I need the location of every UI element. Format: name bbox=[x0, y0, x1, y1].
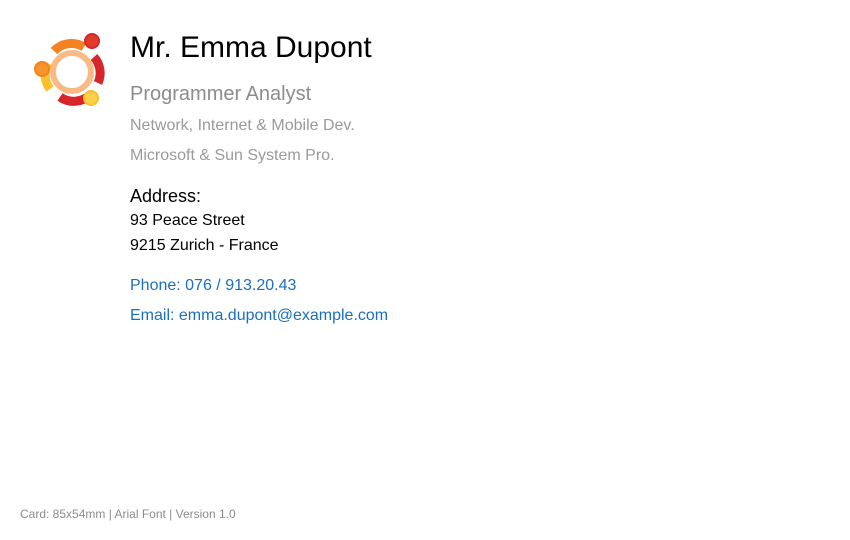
skill-line-2: Microsoft & Sun System Pro. bbox=[130, 147, 335, 164]
ubuntu-logo-icon bbox=[32, 33, 108, 109]
address-city: 9215 Zurich - France bbox=[130, 237, 279, 254]
business-card: Mr. Emma Dupont Programmer Analyst Netwo… bbox=[0, 0, 850, 540]
card-details: Mr. Emma Dupont Programmer Analyst Netwo… bbox=[130, 30, 388, 326]
phone-link[interactable]: Phone: 076 / 913.20.43 bbox=[130, 276, 388, 296]
address-heading: Address: bbox=[130, 186, 202, 206]
address-street: 93 Peace Street bbox=[130, 212, 245, 229]
email-link[interactable]: Email: emma.dupont@example.com bbox=[130, 306, 388, 326]
job-title: Programmer Analyst bbox=[130, 83, 312, 105]
card-footer-info: Card: 85x54mm | Arial Font | Version 1.0 bbox=[20, 507, 236, 521]
skill-line-1: Network, Internet & Mobile Dev. bbox=[130, 117, 355, 134]
person-name: Mr. Emma Dupont bbox=[130, 31, 372, 64]
